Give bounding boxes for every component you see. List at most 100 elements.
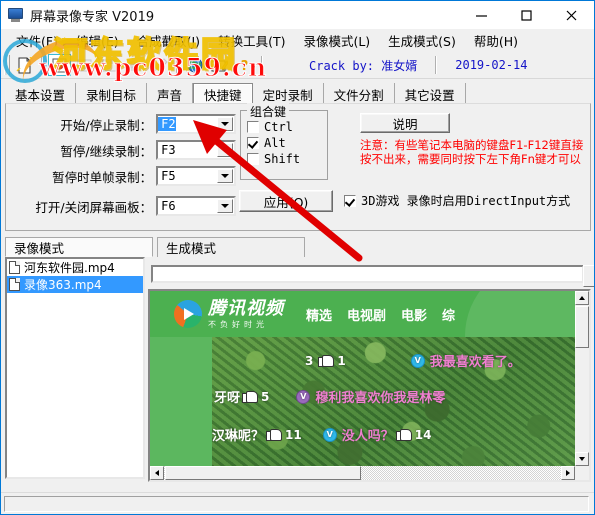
checkbox-shift-box[interactable]: [247, 153, 259, 165]
menu-bar: 文件(F) 编辑(E) 合成截取(J) 转换工具(T) 录像模式(L) 生成模式…: [1, 29, 594, 52]
mode-tabstrip: 录像模式 生成模式: [5, 237, 591, 257]
tab-file-split[interactable]: 文件分割: [323, 83, 395, 105]
register-icon[interactable]: [208, 54, 231, 76]
hotkey-screen-board[interactable]: F6: [156, 196, 236, 216]
save-icon[interactable]: [98, 54, 121, 76]
window-title: 屏幕录像专家 V2019: [30, 9, 155, 25]
danmaku-text: 穆利我喜欢你我是林零: [315, 391, 446, 406]
toolbar-separator-3: [261, 56, 263, 74]
toolbar-grip[interactable]: [4, 55, 10, 75]
hotkey-single-frame[interactable]: F5: [156, 166, 236, 186]
menu-help[interactable]: 帮助(H): [465, 29, 527, 52]
apply-button[interactable]: 应用(Q): [239, 190, 333, 212]
scroll-down-icon[interactable]: [575, 452, 589, 466]
scrollbar-corner: [575, 466, 589, 480]
checkbox-shift[interactable]: Shift: [247, 152, 327, 166]
new-file-icon[interactable]: [13, 54, 36, 76]
tab-timed-record[interactable]: 定时录制: [252, 83, 324, 105]
menu-convert[interactable]: 转换工具(T): [209, 29, 294, 52]
checkbox-ctrl-box[interactable]: [247, 121, 259, 133]
danmaku-post-count: 11: [285, 427, 302, 442]
hotkey-start-stop[interactable]: F2: [156, 114, 236, 134]
danmaku-text: 没人吗？: [341, 429, 394, 444]
preview-vertical-scrollbar[interactable]: [575, 291, 589, 466]
checkbox-alt[interactable]: Alt: [247, 136, 327, 150]
vertical-scroll-thumb[interactable]: [575, 306, 589, 348]
stop-icon[interactable]: [73, 54, 96, 76]
chevron-down-icon[interactable]: [217, 169, 233, 183]
hotkey-screen-board-label: 打开/关闭屏幕画板：: [35, 199, 153, 215]
brand-sub: 不负好时光: [208, 319, 268, 329]
modetab-produce[interactable]: 生成模式: [157, 237, 305, 257]
menu-produce-mode[interactable]: 生成模式(S): [379, 29, 465, 52]
hotkey-row-start-stop: 开始/停止录制： F2: [16, 114, 236, 134]
tab-hotkeys[interactable]: 快捷键: [193, 83, 253, 105]
danmaku-tail-count: 14: [414, 427, 432, 442]
menu-record-mode[interactable]: 录像模式(L): [294, 29, 379, 52]
tabstrip-filler: [465, 83, 590, 105]
maximize-button[interactable]: [504, 1, 549, 29]
tab-other-settings[interactable]: 其它设置: [394, 83, 466, 105]
list-item[interactable]: 录像363.mp4: [7, 276, 143, 293]
menu-compose[interactable]: 合成截取(J): [128, 29, 209, 52]
checkbox-alt-box[interactable]: [247, 137, 259, 149]
hotkey-pause-resume[interactable]: F3: [156, 140, 236, 160]
scroll-up-icon[interactable]: [575, 291, 589, 305]
chevron-down-icon[interactable]: [217, 117, 233, 131]
app-icon: [7, 6, 25, 24]
avatar: [322, 427, 337, 442]
date-label: 2019-02-14: [455, 58, 528, 72]
chevron-down-icon[interactable]: [217, 143, 233, 157]
help-button[interactable]: 说明: [360, 113, 450, 133]
hotkey-pause-resume-value: F3: [161, 143, 176, 157]
path-spinner[interactable]: [583, 265, 594, 287]
menu-file[interactable]: 文件(F): [7, 29, 67, 52]
danmaku-comment: 汉琳呢？ 11 没人吗？ 14: [212, 425, 434, 444]
hotkey-row-single-frame: 暂停时单帧录制： F5: [16, 166, 236, 186]
preview-horizontal-scrollbar[interactable]: [150, 466, 575, 480]
record-icon[interactable]: [48, 54, 71, 76]
chevron-down-icon[interactable]: [217, 199, 233, 213]
thumbs-up-icon: [395, 428, 412, 441]
notice-text: 注意：有些笔记本电脑的键盘F1-F12键直接按不出来，需要同时按下左下角Fn键才…: [360, 138, 584, 166]
application-window: 屏幕录像专家 V2019 文件(F) 编辑(E) 合成截取(J) 转换工具(T)…: [0, 0, 595, 515]
status-bar: [1, 492, 594, 514]
close-button[interactable]: [549, 1, 594, 29]
file-icon: [9, 278, 20, 291]
tab-sound[interactable]: 声音: [147, 83, 194, 105]
nav-featured[interactable]: 精选: [306, 305, 332, 324]
tencent-video-brand: 腾讯视频 不负好时光: [208, 299, 284, 329]
video-surface[interactable]: 腾讯视频 不负好时光 精选 电视剧 电影 综 3 1 V 我最喜欢看了。 牙呀 …: [150, 291, 575, 468]
tab-basic-settings[interactable]: 基本设置: [5, 83, 77, 105]
horizontal-scroll-thumb[interactable]: [165, 466, 361, 480]
danmaku-text: 我最喜欢看了。: [429, 355, 521, 370]
path-input[interactable]: [151, 265, 594, 287]
checkbox-ctrl[interactable]: Ctrl: [247, 120, 327, 134]
nav-movies[interactable]: 电影: [401, 305, 427, 324]
minimize-button[interactable]: [459, 1, 504, 29]
modetab-record[interactable]: 录像模式: [5, 237, 153, 257]
scroll-right-icon[interactable]: [561, 466, 575, 480]
scroll-left-icon[interactable]: [150, 466, 164, 480]
toolbar-separator-2: [176, 56, 178, 74]
help-icon[interactable]: ?: [233, 54, 256, 76]
avatar: [296, 389, 311, 404]
video-preview: 腾讯视频 不负好时光 精选 电视剧 电影 综 3 1 V 我最喜欢看了。 牙呀 …: [148, 289, 591, 482]
tab-record-target[interactable]: 录制目标: [76, 83, 148, 105]
hotkey-single-frame-value: F5: [161, 169, 176, 183]
list-item-label: 录像363.mp4: [24, 278, 102, 292]
globe-icon[interactable]: [183, 54, 206, 76]
list-item[interactable]: 河东软件园.mp4: [7, 259, 143, 276]
checkbox-directinput[interactable]: 3D游戏 录像时启用DirectInput方式: [344, 192, 570, 209]
danmaku-post-count: 1: [337, 353, 346, 368]
thumbs-up-icon: [318, 354, 335, 367]
checkbox-directinput-box[interactable]: [344, 194, 356, 207]
nav-tv-series[interactable]: 电视剧: [347, 305, 386, 324]
menu-edit[interactable]: 编辑(E): [67, 29, 128, 52]
hotkey-start-stop-label: 开始/停止录制：: [60, 117, 153, 133]
file-list[interactable]: 河东软件园.mp4 录像363.mp4: [5, 257, 145, 479]
nav-variety[interactable]: 综: [442, 305, 455, 324]
danmaku-post-count: 5: [261, 389, 270, 404]
play-icon[interactable]: [123, 54, 146, 76]
edit-icon[interactable]: [148, 54, 171, 76]
